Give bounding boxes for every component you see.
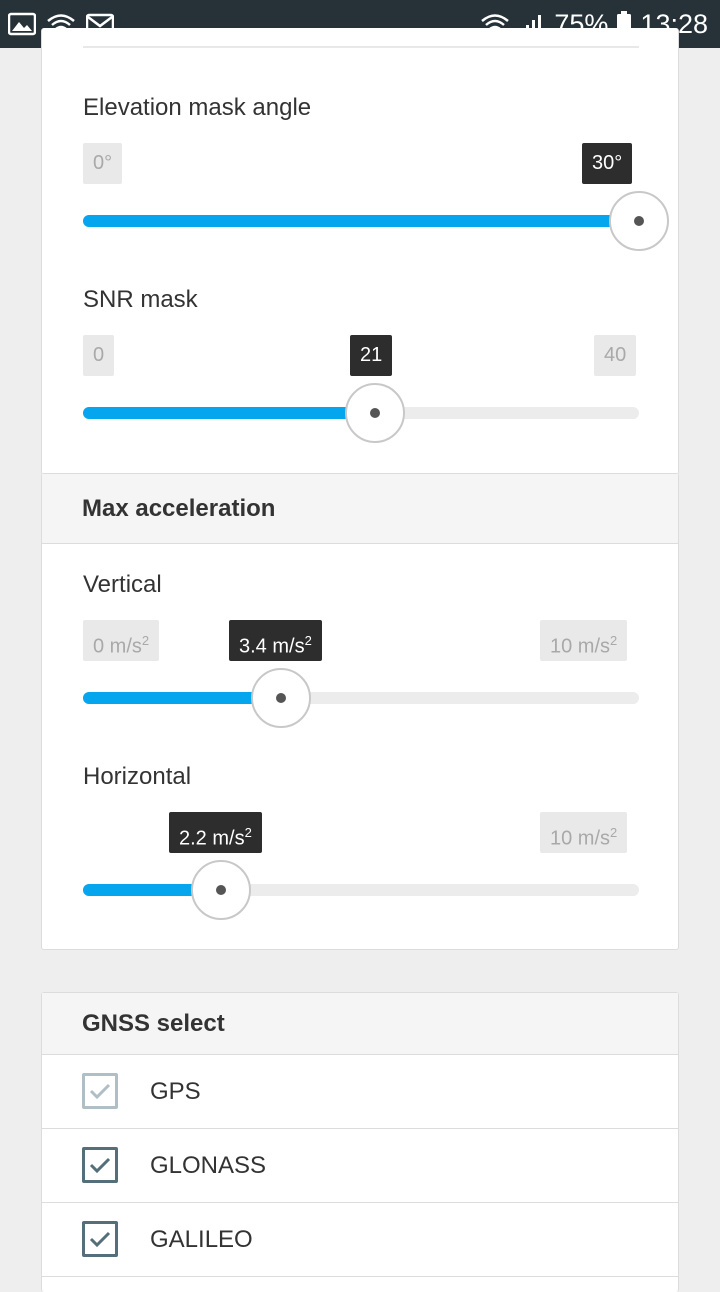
unit-exponent: 2 xyxy=(610,633,618,648)
horizontal-value-chip: 2.2 m/s2 xyxy=(169,812,262,853)
image-icon xyxy=(8,12,36,36)
vertical-max-chip: 10 m/s2 xyxy=(540,620,628,661)
snr-slider[interactable] xyxy=(83,383,639,443)
vertical-slider-thumb[interactable] xyxy=(250,668,311,728)
check-icon xyxy=(89,1231,111,1248)
snr-value-chip: 21 xyxy=(350,335,393,376)
glonass-checkbox[interactable] xyxy=(82,1147,118,1183)
horizontal-label: Horizontal xyxy=(83,763,192,790)
vertical-min-chip: 0 m/s2 xyxy=(83,620,160,661)
unit-exponent: 2 xyxy=(304,633,312,648)
snr-max-chip: 40 xyxy=(594,335,637,376)
thumb-dot xyxy=(634,216,644,226)
thumb-dot xyxy=(215,885,226,895)
thumb-dot xyxy=(369,408,380,418)
gnss-select-header: GNSS select xyxy=(42,993,678,1055)
galileo-checkbox[interactable] xyxy=(82,1221,118,1257)
elevation-slider[interactable] xyxy=(83,191,669,251)
gnss-item-glonass[interactable]: GLONASS xyxy=(42,1129,678,1203)
vertical-slider[interactable] xyxy=(83,668,639,728)
unit-exponent: 2 xyxy=(141,633,150,648)
max-acceleration-header: Max acceleration xyxy=(42,474,678,544)
max-acceleration-card: Max acceleration Vertical 0 m/s2 3.4 m/s… xyxy=(41,473,679,950)
elevation-slider-fill xyxy=(83,215,639,227)
elevation-min-chip: 0° xyxy=(83,143,123,184)
vertical-label: Vertical xyxy=(83,571,162,598)
gnss-item-gps[interactable]: GPS xyxy=(42,1055,678,1129)
horizontal-value-text: 2.2 m/s xyxy=(179,827,245,850)
unit-exponent: 2 xyxy=(244,825,252,840)
horizontal-max-chip: 10 m/s2 xyxy=(540,812,628,853)
unit-exponent: 2 xyxy=(610,825,618,840)
elevation-label: Elevation mask angle xyxy=(83,94,312,121)
snr-slider-fill xyxy=(83,407,375,419)
vertical-value-text: 3.4 m/s xyxy=(239,635,305,658)
thumb-dot xyxy=(275,693,286,703)
divider xyxy=(83,46,639,48)
elevation-slider-thumb[interactable] xyxy=(609,191,669,251)
galileo-label: GALILEO xyxy=(150,1225,253,1253)
vertical-max-text: 10 m/s xyxy=(550,635,611,658)
snr-min-chip: 0 xyxy=(83,335,115,376)
horizontal-max-text: 10 m/s xyxy=(550,827,611,850)
horizontal-slider-thumb[interactable] xyxy=(190,860,251,920)
vertical-min-text: 0 m/s xyxy=(93,635,142,658)
glonass-label: GLONASS xyxy=(150,1151,267,1179)
horizontal-slider[interactable] xyxy=(83,860,639,920)
check-icon xyxy=(89,1083,111,1100)
vertical-value-chip: 3.4 m/s2 xyxy=(229,620,322,661)
gnss-item-galileo[interactable]: GALILEO xyxy=(42,1203,678,1277)
check-icon xyxy=(89,1157,111,1174)
snr-label: SNR mask xyxy=(83,286,198,313)
gps-checkbox[interactable] xyxy=(82,1073,118,1109)
elevation-value-chip: 30° xyxy=(582,143,633,184)
gps-label: GPS xyxy=(150,1077,201,1105)
gnss-select-card: GNSS select GPS GLONASS GALILEO xyxy=(41,992,679,1292)
snr-slider-thumb[interactable] xyxy=(344,383,405,443)
mask-settings-card: Elevation mask angle 0° 30° SNR mask 0 2… xyxy=(41,28,679,475)
